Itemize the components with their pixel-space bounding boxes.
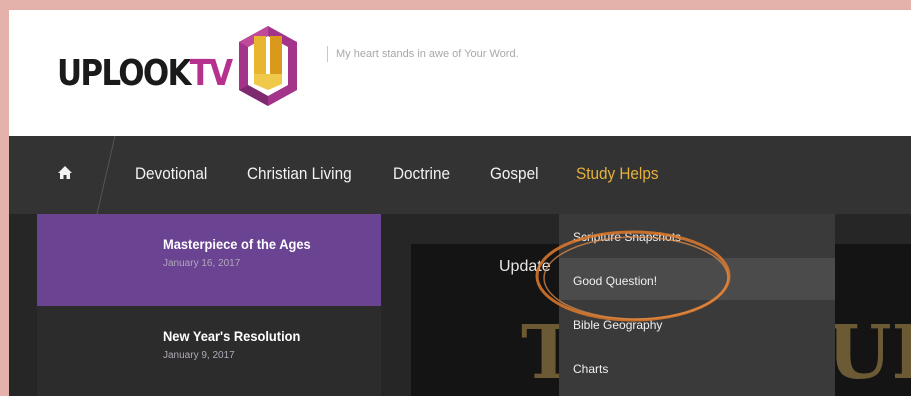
post-item-active[interactable]: Masterpiece of the Ages January 16, 2017 [37,214,381,306]
post-list: Masterpiece of the Ages January 16, 2017… [37,214,381,396]
nav-item-study-helps[interactable]: Study Helps [576,164,659,184]
dropdown-item-charts[interactable]: Charts [559,346,835,388]
nav-item-doctrine[interactable]: Doctrine [393,164,450,184]
tagline-divider [327,46,328,62]
home-icon [58,166,72,179]
logo-tv-text: TV [189,53,233,94]
site-logo[interactable]: UPLOOKTV [57,53,233,94]
logo-main-text: UPLOOK [57,53,192,94]
nav-item-gospel[interactable]: Gospel [490,164,538,184]
main-nav: Devotional Christian Living Doctrine Gos… [9,136,911,214]
site-tagline: My heart stands in awe of Your Word. [336,48,519,60]
post-date: January 9, 2017 [163,350,235,361]
nav-item-devotional[interactable]: Devotional [135,164,207,184]
dropdown-item-bible-geography[interactable]: Bible Geography [559,302,835,344]
post-item[interactable]: New Year's Resolution January 9, 2017 [37,308,381,396]
post-title[interactable]: New Year's Resolution [163,328,300,344]
logo-mark-icon[interactable] [237,24,299,108]
nav-item-christian-living[interactable]: Christian Living [247,164,352,184]
page-frame: UPLOOKTV My heart stands in awe of Your … [9,10,911,396]
feature-title-fragment-right: UR [827,310,911,396]
post-title[interactable]: Masterpiece of the Ages [163,236,311,252]
dropdown-item-good-question[interactable]: Good Question! [559,258,835,300]
post-date: January 16, 2017 [163,258,241,269]
nav-home[interactable] [9,136,105,214]
feature-update-label: Update [499,258,551,275]
nav-divider [96,136,116,214]
study-helps-dropdown: Scripture Snapshots Good Question! Bible… [559,214,835,396]
dropdown-item-scripture-snapshots[interactable]: Scripture Snapshots [559,214,835,256]
site-header: UPLOOKTV My heart stands in awe of Your … [9,10,911,136]
